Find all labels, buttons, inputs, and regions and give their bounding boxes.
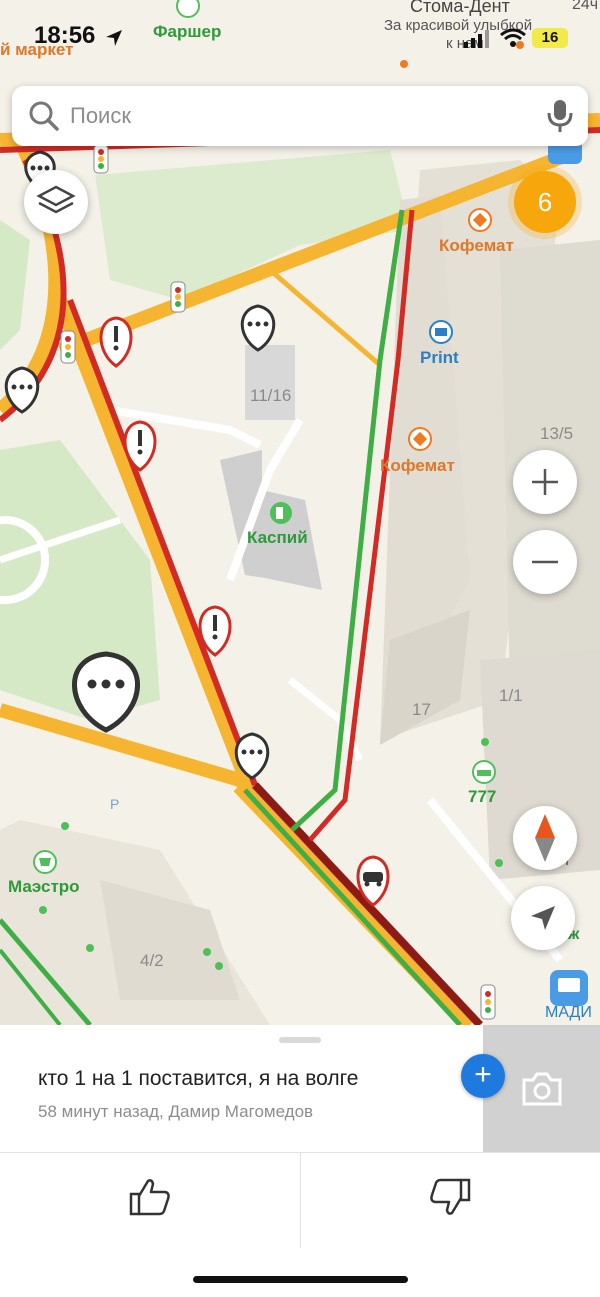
layers-button[interactable] (24, 170, 88, 234)
my-location-button[interactable] (511, 886, 575, 950)
search-input[interactable] (70, 98, 510, 134)
event-bottom-sheet[interactable]: кто 1 на 1 поставится, я на волге 58 мин… (0, 1025, 600, 1297)
poi-label-print: Print (420, 348, 459, 367)
minus-icon (532, 560, 558, 564)
event-meta: 58 минут назад, Дамир Магомедов (38, 1102, 314, 1121)
map-canvas[interactable] (0, 0, 600, 1025)
microphone-icon[interactable] (546, 98, 574, 134)
plus-icon (532, 469, 558, 495)
camera-icon (522, 1072, 561, 1105)
hotel-icon (472, 760, 496, 784)
thumbs-up-icon[interactable] (128, 1177, 172, 1217)
event-message: кто 1 на 1 поставится, я на волге (38, 1067, 359, 1090)
shop-icon (33, 850, 57, 874)
wifi-icon (500, 28, 526, 47)
building-number-13-5: 13/5 (540, 424, 574, 443)
building-number-4-2: 4/2 (140, 951, 164, 970)
cellular-signal-icon (464, 30, 489, 48)
cafe-icon (468, 208, 492, 232)
search-icon (29, 101, 59, 131)
search-bar[interactable] (12, 86, 588, 146)
building-number-1-1: 1/1 (499, 686, 523, 705)
location-services-icon (106, 30, 122, 46)
thumbs-down-icon[interactable] (428, 1177, 472, 1217)
parking-label: P (110, 796, 120, 812)
poi-label-kofemat-1: Кофемат (439, 236, 514, 255)
printer-icon (429, 320, 453, 344)
zoom-in-button[interactable] (513, 450, 577, 514)
sheet-drag-handle[interactable] (279, 1037, 321, 1043)
chat-marker-selected[interactable] (72, 651, 140, 733)
traffic-score-badge[interactable]: 6 (514, 171, 576, 233)
building-number-17: 17 (412, 700, 431, 719)
cafe-icon (408, 427, 432, 451)
status-bar: 18:56 16 (0, 0, 600, 70)
battery-indicator: 16 (532, 28, 568, 48)
home-indicator[interactable] (193, 1276, 408, 1283)
fuel-station-icon (270, 502, 292, 524)
building-number-11-16: 11/16 (250, 386, 292, 405)
layers-icon (36, 185, 76, 214)
poi-label-777: 777 (468, 787, 497, 806)
bus-stop-icon (550, 970, 588, 1006)
zoom-out-button[interactable] (513, 530, 577, 594)
map-view[interactable]: Фаршер й маркет Стома-Дент За красивой у… (0, 0, 600, 1025)
add-comment-button[interactable]: + (461, 1054, 505, 1098)
compass-button[interactable] (513, 806, 577, 870)
location-arrow-icon (531, 906, 555, 930)
status-time: 18:56 (34, 22, 96, 49)
poi-label-maestro: Маэстро (8, 877, 80, 896)
poi-label-kaspiy: Каспий (247, 528, 308, 547)
chat-marker[interactable] (240, 304, 276, 352)
warning-marker[interactable] (99, 316, 133, 368)
compass-icon (535, 814, 555, 862)
poi-label-madi: МАДИ (545, 1004, 592, 1021)
vote-divider (300, 1153, 301, 1248)
poi-label-kofemat-2: Кофемат (380, 456, 455, 475)
